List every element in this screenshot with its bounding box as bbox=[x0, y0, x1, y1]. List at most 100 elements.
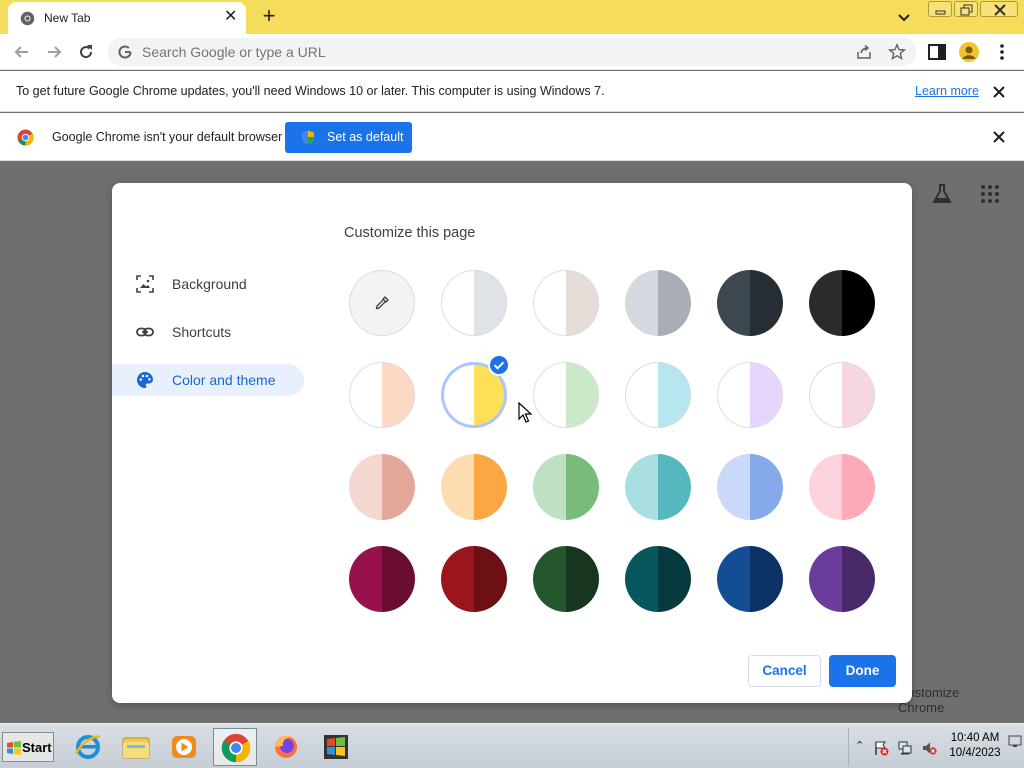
swatch-right-half bbox=[382, 546, 415, 612]
volume-muted-icon[interactable] bbox=[921, 740, 937, 756]
color-swatch-cool-grey[interactable] bbox=[625, 270, 691, 336]
set-as-default-button[interactable]: Set as default bbox=[285, 122, 412, 153]
clock-date[interactable]: 10/4/2023 bbox=[945, 747, 1005, 759]
windows-logo-icon bbox=[7, 741, 21, 755]
swatch-left-half bbox=[349, 454, 382, 520]
tab-title: New Tab bbox=[44, 11, 91, 25]
back-arrow-icon[interactable] bbox=[12, 42, 32, 62]
color-swatch-default-light[interactable] bbox=[441, 270, 507, 336]
color-swatch-custom-color[interactable] bbox=[349, 270, 415, 336]
swatch-left-half bbox=[809, 546, 842, 612]
chrome-icon bbox=[221, 733, 251, 763]
forward-arrow-icon[interactable] bbox=[44, 42, 64, 62]
swatch-right-half bbox=[474, 546, 507, 612]
nav-item-color-and-theme[interactable]: Color and theme bbox=[112, 364, 304, 396]
color-swatch-pink[interactable] bbox=[809, 454, 875, 520]
swatch-left-half bbox=[625, 270, 658, 336]
swatch-right-half bbox=[658, 546, 691, 612]
color-swatch-rose[interactable] bbox=[349, 454, 415, 520]
swatch-right-half bbox=[658, 270, 691, 336]
window-close-button[interactable] bbox=[980, 1, 1018, 17]
start-button[interactable]: Start bbox=[2, 732, 54, 762]
swatch-outline bbox=[809, 362, 875, 428]
done-button[interactable]: Done bbox=[829, 655, 896, 687]
swatch-right-half bbox=[842, 270, 875, 336]
tab-new-tab[interactable]: New Tab ✕ bbox=[8, 2, 246, 34]
nav-label-background: Background bbox=[172, 276, 247, 292]
action-center-flag-icon[interactable] bbox=[873, 740, 889, 756]
color-swatch-forest[interactable] bbox=[533, 546, 599, 612]
bookmark-star-icon[interactable] bbox=[888, 43, 906, 61]
color-swatch-warm-grey[interactable] bbox=[533, 270, 599, 336]
taskbar-internet-explorer[interactable] bbox=[66, 728, 110, 766]
taskbar-firefox[interactable] bbox=[264, 728, 308, 766]
swatch-right-half bbox=[842, 454, 875, 520]
color-swatch-blue[interactable] bbox=[717, 454, 783, 520]
color-swatch-navy[interactable] bbox=[717, 546, 783, 612]
window-restore-button[interactable] bbox=[954, 1, 978, 17]
color-swatch-teal[interactable] bbox=[625, 546, 691, 612]
clock-time[interactable]: 10:40 AM bbox=[945, 732, 1005, 744]
nav-label-shortcuts: Shortcuts bbox=[172, 324, 232, 340]
show-desktop-icon[interactable] bbox=[1008, 734, 1022, 748]
eyedropper-icon bbox=[375, 296, 389, 310]
palette-icon bbox=[137, 372, 153, 388]
close-icon[interactable] bbox=[992, 130, 1006, 144]
system-tray: ⌃ 10:40 AM 10/4/2023 bbox=[848, 728, 1024, 766]
chrome-favicon-icon bbox=[20, 11, 35, 26]
color-swatch-green[interactable] bbox=[533, 454, 599, 520]
color-swatch-green-light[interactable] bbox=[533, 362, 599, 428]
swatch-right-half bbox=[658, 454, 691, 520]
nav-item-background[interactable]: Background bbox=[112, 268, 304, 300]
kebab-menu-icon[interactable] bbox=[994, 42, 1010, 62]
omnibox-input[interactable] bbox=[142, 42, 822, 62]
color-swatch-cyan-light[interactable] bbox=[625, 362, 691, 428]
color-swatch-orange[interactable] bbox=[441, 454, 507, 520]
learn-more-link[interactable]: Learn more bbox=[915, 84, 979, 98]
swatch-left-half bbox=[809, 270, 842, 336]
swatch-right-half bbox=[382, 454, 415, 520]
tab-search-chevron-icon[interactable] bbox=[894, 7, 914, 27]
swatch-outline bbox=[625, 362, 691, 428]
browser-toolbar bbox=[0, 34, 1024, 70]
swatch-left-half bbox=[441, 546, 474, 612]
taskbar-media-player[interactable] bbox=[162, 728, 206, 766]
swatch-outline bbox=[717, 362, 783, 428]
nav-label-color-and-theme: Color and theme bbox=[172, 372, 276, 388]
swatch-left-half bbox=[533, 454, 566, 520]
color-swatch-lavender-light[interactable] bbox=[717, 362, 783, 428]
file-explorer-icon bbox=[122, 737, 150, 759]
swatch-right-half bbox=[566, 546, 599, 612]
close-icon[interactable] bbox=[992, 85, 1006, 99]
color-swatch-black[interactable] bbox=[809, 270, 875, 336]
network-icon[interactable] bbox=[897, 740, 913, 756]
labs-flask-icon[interactable] bbox=[930, 182, 954, 206]
taskbar-file-explorer[interactable] bbox=[114, 728, 158, 766]
new-tab-button[interactable]: + bbox=[258, 5, 280, 28]
customize-chrome-label: Customize Chrome bbox=[898, 685, 960, 715]
color-swatch-purple[interactable] bbox=[809, 546, 875, 612]
color-swatch-crimson[interactable] bbox=[349, 546, 415, 612]
cancel-button[interactable]: Cancel bbox=[748, 655, 821, 687]
tab-close-icon[interactable]: ✕ bbox=[224, 9, 237, 25]
color-swatch-aqua[interactable] bbox=[625, 454, 691, 520]
taskbar-chrome[interactable] bbox=[213, 728, 257, 766]
omnibox[interactable] bbox=[108, 38, 916, 66]
swatch-outline bbox=[533, 270, 599, 336]
color-swatch-peach-light[interactable] bbox=[349, 362, 415, 428]
color-swatch-pink-light[interactable] bbox=[809, 362, 875, 428]
share-icon[interactable] bbox=[856, 44, 872, 60]
taskbar-windows-app[interactable] bbox=[314, 728, 358, 766]
color-swatch-red[interactable] bbox=[441, 546, 507, 612]
nav-item-shortcuts[interactable]: Shortcuts bbox=[112, 316, 304, 348]
apps-grid-icon[interactable] bbox=[980, 184, 1000, 204]
window-minimize-button[interactable] bbox=[928, 1, 952, 17]
swatch-right-half bbox=[842, 546, 875, 612]
reload-icon[interactable] bbox=[76, 42, 96, 62]
show-hidden-icons-icon[interactable]: ⌃ bbox=[855, 739, 864, 752]
customize-dialog: Background Shortcuts Color and theme Cus… bbox=[112, 183, 912, 703]
color-swatch-dark-slate[interactable] bbox=[717, 270, 783, 336]
image-icon bbox=[136, 275, 154, 293]
profile-avatar-icon[interactable] bbox=[959, 42, 979, 62]
side-panel-icon[interactable] bbox=[928, 44, 946, 60]
